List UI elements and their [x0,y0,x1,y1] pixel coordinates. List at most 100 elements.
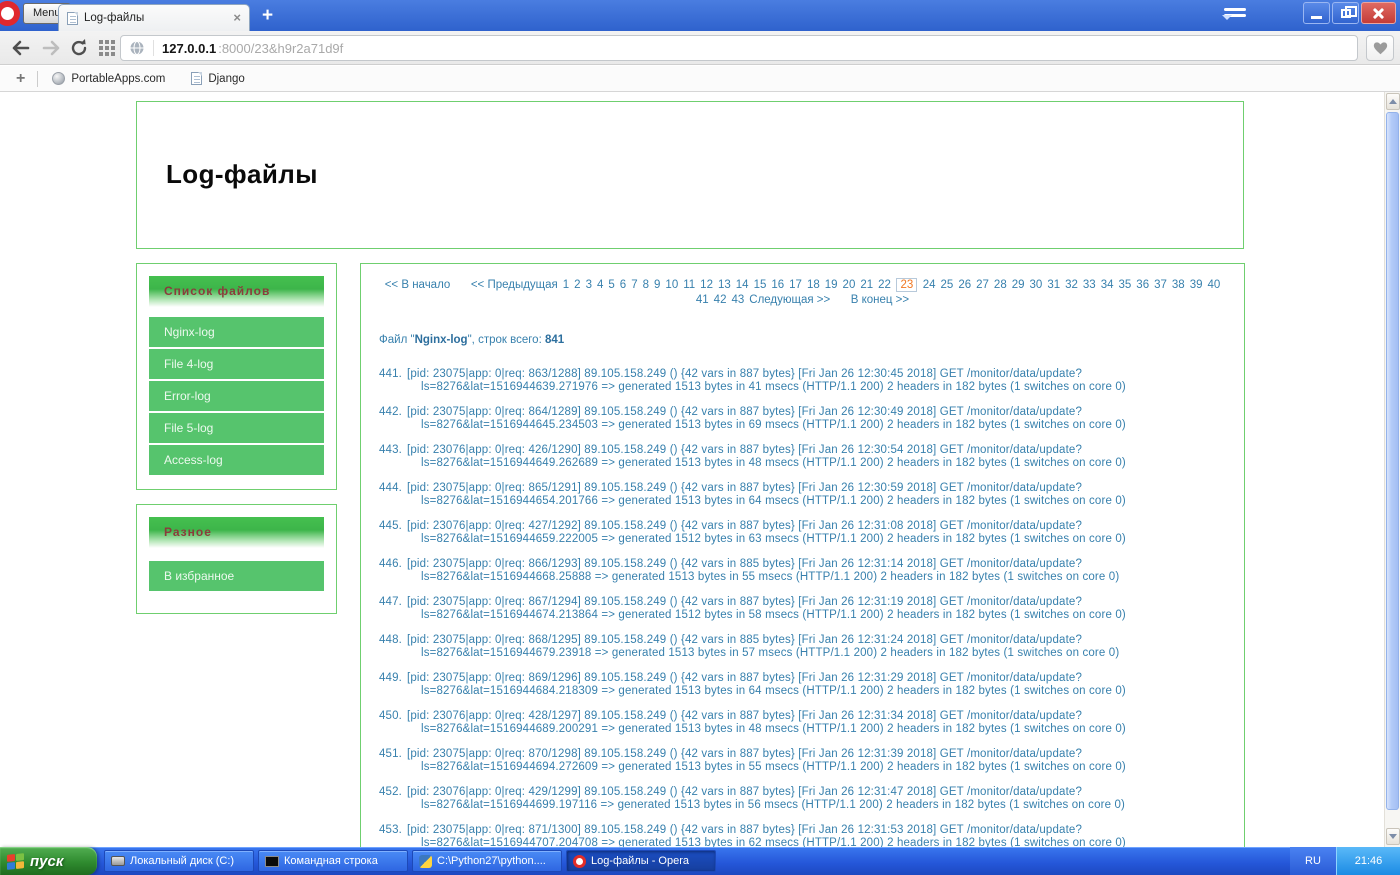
new-tab-button[interactable]: + [262,5,273,27]
scroll-up-button[interactable] [1386,93,1400,110]
page-link[interactable]: 22 [878,279,891,291]
log-entry-link[interactable]: 443.[pid: 23076|app: 0|req: 426/1290] 89… [361,444,1244,470]
page-link[interactable]: 39 [1190,279,1203,291]
page-link[interactable]: 3 [586,279,592,291]
page-link[interactable]: 28 [994,279,1007,291]
log-entry-line1: [pid: 23075|app: 0|req: 864/1289] 89.105… [407,406,1082,418]
sidebar-item[interactable]: Nginx-log [149,317,324,347]
page-link[interactable]: 26 [958,279,971,291]
scroll-down-button[interactable] [1386,828,1400,845]
page-link[interactable]: 29 [1012,279,1025,291]
minimize-button[interactable] [1303,2,1330,24]
sidebar-item-label: File 4-log [164,357,213,371]
log-entry-link[interactable]: 446.[pid: 23075|app: 0|req: 866/1293] 89… [361,558,1244,584]
restore-button[interactable] [1332,2,1359,24]
page-link[interactable]: 15 [754,279,767,291]
sidebar-item[interactable]: Access-log [149,445,324,475]
log-entry-link[interactable]: 450.[pid: 23076|app: 0|req: 428/1297] 89… [361,710,1244,736]
sidebar-files-section: Список файлов Nginx-logFile 4-logError-l… [136,263,337,490]
page-link[interactable]: 35 [1119,279,1132,291]
log-entry-link[interactable]: 451.[pid: 23075|app: 0|req: 870/1298] 89… [361,748,1244,774]
page-link[interactable]: 19 [825,279,838,291]
page-link[interactable]: 4 [597,279,603,291]
reload-button[interactable] [68,37,90,59]
page-link[interactable]: 12 [700,279,713,291]
log-entry-link[interactable]: 445.[pid: 23076|app: 0|req: 427/1292] 89… [361,520,1244,546]
task-button[interactable]: Log-файлы - Opera [566,850,716,872]
page-link[interactable]: 10 [665,279,678,291]
scroll-thumb[interactable] [1386,112,1399,810]
speed-dial-icon[interactable] [96,37,118,59]
task-button[interactable]: Командная строка [258,850,408,872]
page-link[interactable]: 36 [1136,279,1149,291]
page-link[interactable]: 13 [718,279,731,291]
bookmark-heart-button[interactable] [1366,35,1394,61]
prev-page-link[interactable]: << Предыдущая [471,279,558,291]
page-link[interactable]: 21 [860,279,873,291]
scrollbar[interactable] [1384,92,1400,847]
log-entry-link[interactable]: 453.[pid: 23075|app: 0|req: 871/1300] 89… [361,824,1244,847]
page-link[interactable]: 17 [789,279,802,291]
page-link[interactable]: 25 [941,279,954,291]
page-link[interactable]: 32 [1065,279,1078,291]
start-button[interactable]: пуск [0,847,97,875]
page-link[interactable]: 27 [976,279,989,291]
close-window-button[interactable] [1361,2,1396,24]
page-link[interactable]: 2 [574,279,580,291]
page-link[interactable]: 16 [771,279,784,291]
page-link[interactable]: 11 [683,279,695,291]
log-main-box: << В начало<< Предыдущая1234567891011121… [360,263,1245,847]
first-page-link[interactable]: << В начало [385,279,451,291]
page-link[interactable]: 6 [620,279,626,291]
page-link[interactable]: 20 [843,279,856,291]
page-link[interactable]: 37 [1154,279,1167,291]
page-link[interactable]: 41 [696,294,709,306]
sidebar-item[interactable]: Error-log [149,381,324,411]
next-page-link[interactable]: Следующая >> [749,294,830,306]
page-link[interactable]: 24 [923,279,936,291]
page-link[interactable]: 34 [1101,279,1114,291]
page-link[interactable]: 5 [608,279,614,291]
page-link[interactable]: 18 [807,279,820,291]
page-link[interactable]: 30 [1030,279,1043,291]
log-entry-link[interactable]: 452.[pid: 23076|app: 0|req: 429/1299] 89… [361,786,1244,812]
log-entry-line2: ls=8276&lat=1516944684.218309 => generat… [421,685,1244,698]
back-button[interactable] [10,37,32,59]
add-bookmark-button[interactable]: + [16,70,25,88]
close-icon[interactable]: × [233,12,241,24]
page-link[interactable]: 9 [654,279,660,291]
page-link[interactable]: 31 [1047,279,1060,291]
log-entry-link[interactable]: 444.[pid: 23075|app: 0|req: 865/1291] 89… [361,482,1244,508]
log-entry-link[interactable]: 441.[pid: 23075|app: 0|req: 863/1288] 89… [361,368,1244,394]
clock[interactable]: 21:46 [1336,847,1400,875]
page-link[interactable]: 42 [714,294,727,306]
log-entry-link[interactable]: 448.[pid: 23075|app: 0|req: 868/1295] 89… [361,634,1244,660]
page-link[interactable]: 8 [643,279,649,291]
bookmark-item-portableapps[interactable]: PortableApps.com [52,72,165,85]
page-link[interactable]: 1 [563,279,569,291]
tab-log-files[interactable]: Log-файлы × [58,4,250,31]
log-entry-number: 441. [379,368,402,380]
log-entry: 450.[pid: 23076|app: 0|req: 428/1297] 89… [361,710,1244,736]
page-link[interactable]: 40 [1207,279,1220,291]
page-link[interactable]: 33 [1083,279,1096,291]
log-entry-link[interactable]: 447.[pid: 23075|app: 0|req: 867/1294] 89… [361,596,1244,622]
language-indicator[interactable]: RU [1290,847,1336,875]
page-link[interactable]: 43 [731,294,744,306]
page-link[interactable]: 7 [631,279,637,291]
page-link[interactable]: 38 [1172,279,1185,291]
task-button[interactable]: Локальный диск (C:) [104,850,254,872]
sidebar-item[interactable]: File 4-log [149,349,324,379]
task-button[interactable]: C:\Python27\python.... [412,850,562,872]
page-link[interactable]: 14 [736,279,749,291]
log-entry-link[interactable]: 442.[pid: 23075|app: 0|req: 864/1289] 89… [361,406,1244,432]
address-bar[interactable]: 127.0.0.1:8000/23&h9r2a71d9f [120,35,1358,61]
bookmark-item-django[interactable]: Django [191,72,244,85]
system-tray: RU 21:46 [1290,847,1400,875]
forward-button[interactable] [40,37,62,59]
sidebar-item[interactable]: File 5-log [149,413,324,443]
page-icon [67,12,78,25]
log-entry-link[interactable]: 449.[pid: 23075|app: 0|req: 869/1296] 89… [361,672,1244,698]
sidebar-item[interactable]: В избранное [149,561,324,591]
last-page-link[interactable]: В конец >> [851,294,909,306]
